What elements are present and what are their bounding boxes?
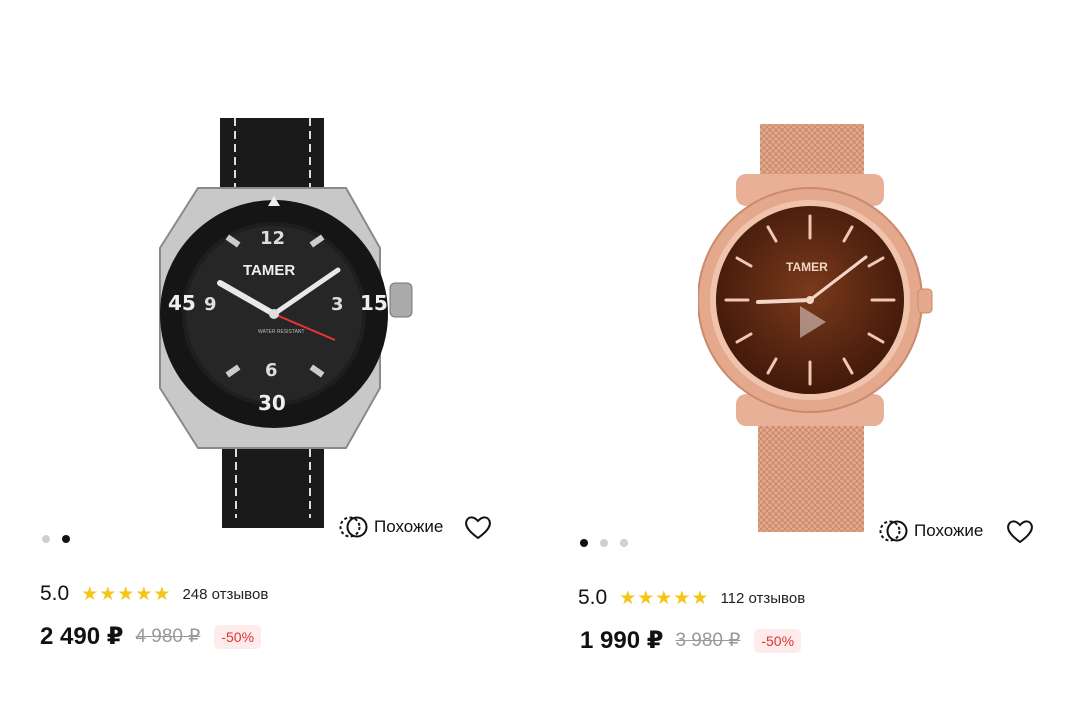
star-icon: ★	[619, 587, 637, 609]
brand-logo: TAMER	[243, 262, 295, 279]
star-icon: ★	[673, 587, 691, 609]
similar-label: Похожие	[914, 521, 984, 540]
similar-icon	[339, 516, 368, 538]
similar-label: Похожие	[374, 517, 444, 536]
pager-dot-active[interactable]	[62, 535, 70, 543]
product-card-black-watch[interactable]: 45 15 30 12 3 6 9 TAMER WATER RESISTANT	[0, 0, 540, 720]
watch-image: 45 15 30 12 3 6 9 TAMER WATER RESISTANT	[159, 118, 413, 528]
dial-number-12: 12	[260, 228, 285, 249]
product-card-rose-gold-watch[interactable]: TAMER Похожие 5.0 ★ ★ ★ ★ ★ 112 отзывов …	[540, 0, 1080, 720]
watch-image: TAMER	[698, 124, 933, 532]
rating-stars: ★ ★ ★ ★ ★	[619, 589, 708, 608]
reviews-link[interactable]: 248 отзывов	[182, 586, 268, 603]
current-price: 2 490 ₽	[40, 623, 124, 650]
reviews-link[interactable]: 112 отзывов	[720, 590, 805, 607]
star-icon: ★	[99, 583, 117, 605]
brand-logo: TAMER	[786, 260, 828, 274]
star-icon: ★	[117, 583, 135, 605]
dial-number-3: 3	[331, 294, 344, 315]
bezel-number-15: 15	[360, 291, 388, 315]
discount-badge: -50%	[754, 628, 802, 653]
image-pager-dots	[580, 539, 628, 547]
favorite-button[interactable]	[1006, 518, 1034, 544]
star-icon: ★	[81, 583, 99, 605]
bezel-number-45: 45	[168, 291, 196, 315]
rating-score: 5.0	[578, 586, 608, 609]
heart-icon	[465, 516, 491, 540]
rating-stars: ★ ★ ★ ★ ★	[81, 585, 170, 604]
discount-badge: -50%	[214, 624, 262, 649]
pager-dot-active[interactable]	[580, 539, 588, 547]
star-icon: ★	[691, 587, 709, 609]
favorite-button[interactable]	[464, 514, 492, 540]
similar-button[interactable]: Похожие	[338, 514, 443, 540]
dial-text: WATER RESISTANT	[258, 329, 305, 335]
current-price: 1 990 ₽	[580, 627, 664, 654]
heart-icon	[1007, 520, 1033, 544]
price-row: 2 490 ₽ 4 980 ₽ -50%	[40, 622, 262, 651]
old-price: 4 980 ₽	[135, 626, 201, 647]
product-image-rose-gold-watch[interactable]: TAMER	[698, 124, 938, 532]
dial-number-9: 9	[204, 294, 217, 315]
pager-dot[interactable]	[620, 539, 628, 547]
similar-icon	[879, 520, 908, 542]
rating-row: 5.0 ★ ★ ★ ★ ★ 112 отзывов	[578, 586, 805, 610]
star-icon: ★	[655, 587, 673, 609]
rating-row: 5.0 ★ ★ ★ ★ ★ 248 отзывов	[40, 582, 268, 606]
star-icon: ★	[135, 583, 153, 605]
image-pager-dots	[42, 535, 70, 543]
star-icon: ★	[153, 583, 171, 605]
similar-button[interactable]: Похожие	[878, 518, 983, 544]
dial-number-6: 6	[265, 360, 278, 381]
bezel-number-30: 30	[258, 391, 286, 415]
rating-score: 5.0	[40, 582, 70, 605]
pager-dot[interactable]	[42, 535, 50, 543]
price-row: 1 990 ₽ 3 980 ₽ -50%	[580, 626, 802, 655]
pager-dot[interactable]	[600, 539, 608, 547]
old-price: 3 980 ₽	[675, 630, 741, 651]
star-icon: ★	[637, 587, 655, 609]
product-image-black-watch[interactable]: 45 15 30 12 3 6 9 TAMER WATER RESISTANT	[140, 118, 420, 528]
